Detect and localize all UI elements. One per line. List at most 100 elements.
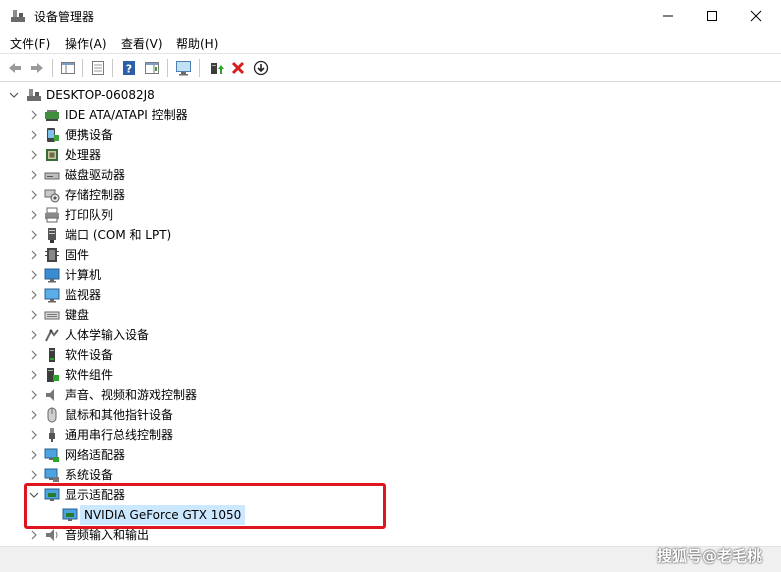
tree-category[interactable]: 通用串行总线控制器 bbox=[0, 425, 400, 445]
tree-root-label: DESKTOP-06082J8 bbox=[46, 88, 155, 102]
device-tree: DESKTOP-06082J8 IDE ATA/ATAPI 控制器便携设备处理器… bbox=[0, 83, 781, 546]
tree-category-label: 键盘 bbox=[65, 308, 90, 322]
tree-category[interactable]: 监视器 bbox=[0, 285, 400, 305]
chevron-right-icon[interactable] bbox=[28, 469, 40, 481]
tree-category[interactable]: 声音、视频和游戏控制器 bbox=[0, 385, 400, 405]
uninstall-icon bbox=[231, 61, 245, 75]
tree-category-label: 软件组件 bbox=[65, 368, 114, 382]
maximize-button[interactable] bbox=[689, 0, 735, 31]
tree-category-label: 存储控制器 bbox=[65, 188, 126, 202]
menu-action[interactable]: 操作(A) bbox=[65, 35, 107, 52]
tree-category[interactable]: 软件组件 bbox=[0, 365, 400, 385]
tree-category[interactable]: 磁盘驱动器 bbox=[0, 165, 400, 185]
chevron-right-icon[interactable] bbox=[28, 109, 40, 121]
menu-help[interactable]: 帮助(H) bbox=[176, 35, 218, 52]
maximize-icon bbox=[707, 10, 717, 21]
usb-icon bbox=[49, 428, 55, 442]
close-icon bbox=[750, 10, 762, 21]
toolbar-separator bbox=[82, 59, 83, 77]
tree-category-label: 固件 bbox=[65, 248, 90, 262]
tree-category-label: 声音、视频和游戏控制器 bbox=[65, 388, 198, 402]
chevron-right-icon[interactable] bbox=[28, 289, 40, 301]
chevron-right-icon[interactable] bbox=[28, 209, 40, 221]
minimize-button[interactable] bbox=[645, 0, 691, 31]
list-icon bbox=[92, 61, 104, 75]
chevron-right-icon[interactable] bbox=[28, 269, 40, 281]
chevron-down-icon[interactable] bbox=[8, 89, 20, 101]
back-icon bbox=[9, 63, 21, 73]
help-button[interactable]: ? bbox=[119, 58, 139, 78]
tree-category-label: 处理器 bbox=[65, 148, 102, 162]
uninstall-device-button[interactable] bbox=[228, 58, 248, 78]
tree-category-label: 监视器 bbox=[65, 288, 102, 302]
ide-controller-icon bbox=[45, 110, 59, 121]
tree-category[interactable]: 存储控制器 bbox=[0, 185, 400, 205]
chevron-right-icon[interactable] bbox=[28, 189, 40, 201]
chevron-right-icon[interactable] bbox=[28, 229, 40, 241]
tree-category-label: 计算机 bbox=[65, 268, 102, 282]
chevron-right-icon[interactable] bbox=[28, 369, 40, 381]
toolbar-separator bbox=[52, 59, 53, 77]
tree-category-label: 鼠标和其他指针设备 bbox=[65, 408, 174, 422]
help-icon: ? bbox=[123, 61, 135, 76]
update-driver-button[interactable] bbox=[206, 58, 226, 78]
list-view-button[interactable] bbox=[88, 58, 108, 78]
tree-category[interactable]: 处理器 bbox=[0, 145, 400, 165]
tree-category[interactable]: 鼠标和其他指针设备 bbox=[0, 405, 400, 425]
tree-category[interactable]: 计算机 bbox=[0, 265, 400, 285]
tree-category-label: 打印队列 bbox=[65, 208, 114, 222]
tree-category-label: 网络适配器 bbox=[65, 448, 126, 462]
tree-category[interactable]: 网络适配器 bbox=[0, 445, 400, 465]
chevron-right-icon[interactable] bbox=[28, 309, 40, 321]
portable-device-icon bbox=[47, 128, 59, 142]
forward-icon bbox=[31, 63, 43, 73]
menu-file[interactable]: 文件(F) bbox=[10, 35, 50, 52]
tree-category-label: 软件设备 bbox=[65, 348, 114, 362]
storage-controller-icon bbox=[44, 189, 60, 203]
toolbar-separator bbox=[199, 59, 200, 77]
chevron-right-icon[interactable] bbox=[28, 429, 40, 441]
chevron-right-icon[interactable] bbox=[28, 349, 40, 361]
tree-category-label: 端口 (COM 和 LPT) bbox=[65, 228, 172, 242]
chevron-right-icon[interactable] bbox=[28, 249, 40, 261]
tree-category[interactable]: 键盘 bbox=[0, 305, 400, 325]
tree-category-label: 便携设备 bbox=[65, 128, 114, 142]
scan-hardware-button[interactable] bbox=[174, 58, 194, 78]
update-driver-icon bbox=[211, 63, 224, 74]
toolbar-separator bbox=[112, 59, 113, 77]
tree-category[interactable]: 软件设备 bbox=[0, 345, 400, 365]
chevron-right-icon[interactable] bbox=[28, 129, 40, 141]
chevron-right-icon[interactable] bbox=[28, 149, 40, 161]
chevron-right-icon[interactable] bbox=[28, 329, 40, 341]
download-icon bbox=[253, 60, 269, 76]
tree-category[interactable]: 固件 bbox=[0, 245, 400, 265]
forward-button[interactable] bbox=[27, 58, 47, 78]
chevron-right-icon[interactable] bbox=[28, 529, 40, 541]
title-bar: 设备管理器 bbox=[0, 0, 781, 31]
chevron-right-icon[interactable] bbox=[28, 389, 40, 401]
tree-category[interactable]: 系统设备 bbox=[0, 465, 400, 485]
device-manager-icon bbox=[11, 10, 25, 22]
tree-category[interactable]: 人体学输入设备 bbox=[0, 325, 400, 345]
tree-category[interactable]: 端口 (COM 和 LPT) bbox=[0, 225, 400, 245]
monitor-icon bbox=[44, 288, 60, 303]
watermark: 搜狐号@老毛桃 bbox=[657, 547, 763, 565]
close-button[interactable] bbox=[733, 0, 779, 31]
console-tree-button[interactable] bbox=[58, 58, 78, 78]
computer-icon bbox=[44, 268, 60, 283]
chevron-right-icon[interactable] bbox=[28, 409, 40, 421]
tree-category[interactable]: 打印队列 bbox=[0, 205, 400, 225]
chevron-right-icon[interactable] bbox=[28, 169, 40, 181]
window-title: 设备管理器 bbox=[34, 10, 95, 24]
tree-category[interactable]: 便携设备 bbox=[0, 125, 400, 145]
tree-root[interactable]: DESKTOP-06082J8 bbox=[0, 85, 400, 105]
computer-root-icon bbox=[27, 89, 41, 101]
chevron-right-icon[interactable] bbox=[28, 449, 40, 461]
menu-view[interactable]: 查看(V) bbox=[121, 35, 163, 52]
tree-category-label: 通用串行总线控制器 bbox=[65, 428, 174, 442]
sound-icon bbox=[46, 389, 54, 401]
disable-device-button[interactable] bbox=[251, 58, 271, 78]
action-pane-button[interactable] bbox=[142, 58, 162, 78]
tree-category[interactable]: IDE ATA/ATAPI 控制器 bbox=[0, 105, 400, 125]
back-button[interactable] bbox=[5, 58, 25, 78]
